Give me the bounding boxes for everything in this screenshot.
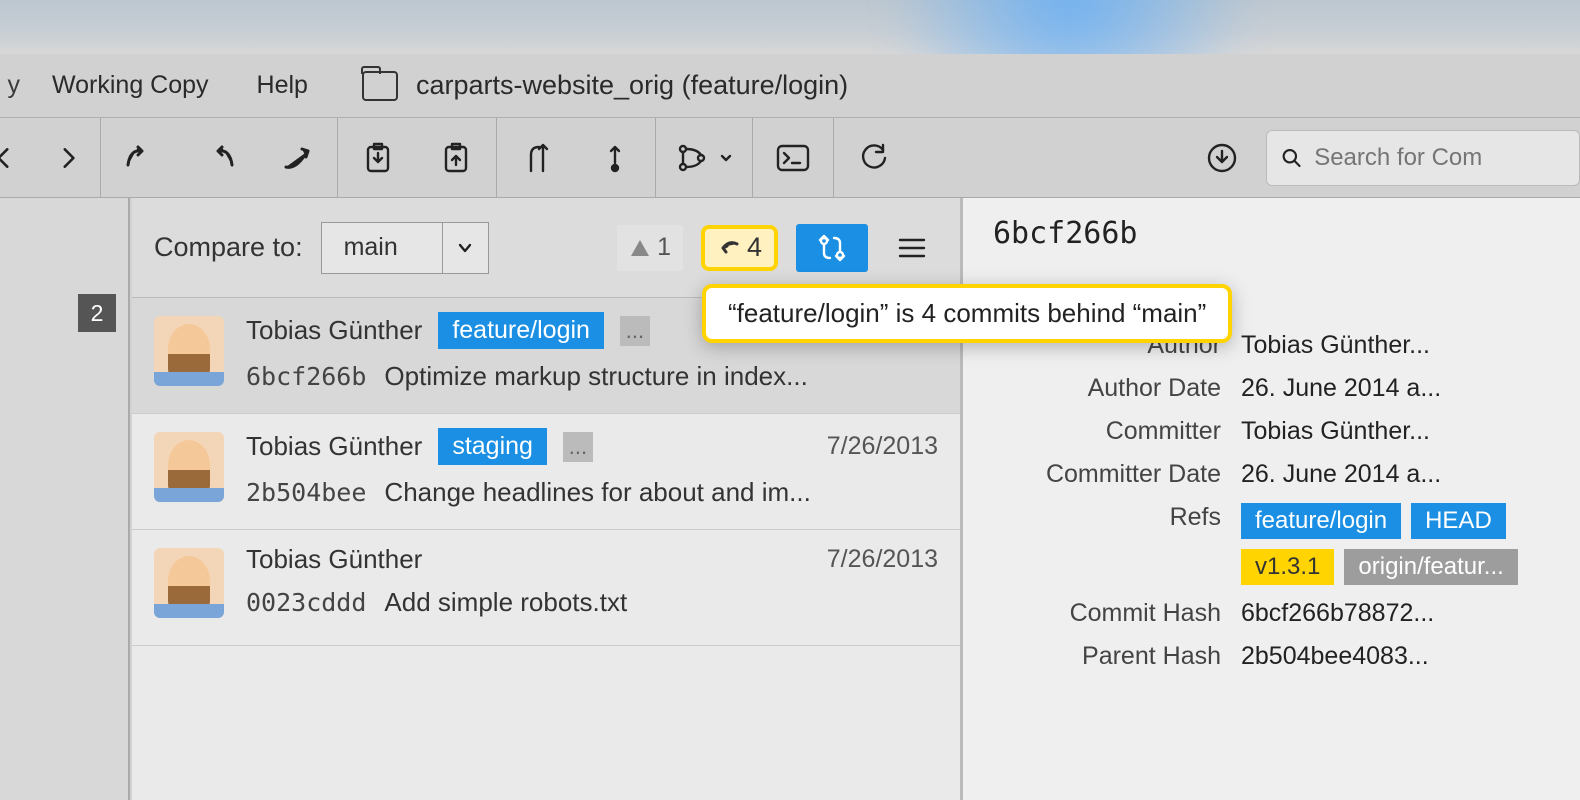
commit-author: Tobias Günther	[246, 315, 422, 346]
more-refs-icon[interactable]: ...	[620, 316, 650, 346]
commit-message: Optimize markup structure in index...	[384, 361, 807, 392]
ref-tag[interactable]: feature/login	[1241, 503, 1401, 539]
compare-swap-button[interactable]	[796, 224, 868, 272]
commit-row[interactable]: Tobias Günther 7/26/2013 0023cddd Add si…	[132, 530, 960, 646]
avatar	[154, 316, 224, 386]
left-gutter: 2	[0, 198, 130, 800]
merge-icon[interactable]	[513, 134, 561, 182]
commit-hash: 6bcf266b	[246, 362, 366, 391]
pull-icon[interactable]	[195, 134, 243, 182]
behind-arrow-icon	[717, 238, 741, 258]
behind-badge[interactable]: 4	[701, 225, 778, 271]
commit-author: Tobias Günther	[246, 431, 422, 462]
branch-tag[interactable]: staging	[438, 428, 547, 465]
search-icon	[1281, 146, 1302, 170]
label-committer-date: Committer Date	[993, 460, 1221, 489]
refresh-icon[interactable]	[850, 134, 898, 182]
window-titlebar	[0, 0, 1580, 54]
label-author-date: Author Date	[993, 374, 1221, 403]
label-parent-hash: Parent Hash	[993, 642, 1221, 671]
stash-save-icon[interactable]	[354, 134, 402, 182]
branch-tag[interactable]: feature/login	[438, 312, 604, 349]
compare-branch-value: main	[322, 233, 442, 262]
menu-item-cut[interactable]: y	[0, 71, 28, 100]
folder-icon	[362, 71, 398, 101]
terminal-icon[interactable]	[769, 134, 817, 182]
value-parent-hash: 2b504bee4083...	[1241, 642, 1550, 671]
chevron-down-icon	[442, 222, 488, 274]
rebase-icon[interactable]	[591, 134, 639, 182]
value-committer-date: 26. June 2014 a...	[1241, 460, 1550, 489]
menubar: y Working Copy Help carparts-website_ori…	[0, 54, 1580, 118]
avatar	[154, 548, 224, 618]
label-refs: Refs	[993, 503, 1221, 532]
compare-branch-dropdown[interactable]: main	[321, 222, 489, 274]
ahead-warning-badge[interactable]: 1	[617, 225, 683, 271]
commit-list: Tobias Günther feature/login ... 6/26/20…	[132, 298, 960, 800]
commit-date: 7/26/2013	[827, 545, 938, 574]
repo-title[interactable]: carparts-website_orig (feature/login)	[416, 70, 848, 101]
commit-author: Tobias Günther	[246, 544, 422, 575]
nav-forward-button[interactable]	[44, 134, 92, 182]
warning-icon	[629, 237, 651, 259]
ref-tag[interactable]: HEAD	[1411, 503, 1506, 539]
value-commit-hash: 6bcf266b78872...	[1241, 599, 1550, 628]
value-refs: feature/login HEAD v1.3.1 origin/featur.…	[1241, 503, 1550, 585]
commit-date: 7/26/2013	[827, 432, 938, 461]
compare-bar: Compare to: main 1 4	[132, 198, 960, 298]
commit-hash: 0023cddd	[246, 588, 366, 617]
toolbar	[0, 118, 1580, 198]
push-icon[interactable]	[273, 134, 321, 182]
avatar	[154, 432, 224, 502]
compare-label: Compare to:	[154, 232, 303, 263]
search-box[interactable]	[1266, 130, 1580, 186]
commit-row[interactable]: Tobias Günther staging ... 7/26/2013 2b5…	[132, 414, 960, 530]
list-options-button[interactable]	[886, 224, 938, 272]
value-author-date: 26. June 2014 a...	[1241, 374, 1550, 403]
branch-graph-icon[interactable]	[672, 134, 736, 182]
ref-tag[interactable]: v1.3.1	[1241, 549, 1334, 585]
commit-hash: 2b504bee	[246, 478, 366, 507]
value-author: Tobias Günther...	[1241, 331, 1550, 360]
fetch-icon[interactable]	[117, 134, 165, 182]
more-refs-icon[interactable]: ...	[563, 432, 593, 462]
menu-working-copy[interactable]: Working Copy	[28, 71, 233, 100]
commit-message: Add simple robots.txt	[384, 587, 627, 618]
ref-tag[interactable]: origin/featur...	[1344, 549, 1517, 585]
nav-back-button[interactable]	[0, 134, 28, 182]
value-committer: Tobias Günther...	[1241, 417, 1550, 446]
commit-message: Change headlines for about and im...	[384, 477, 810, 508]
search-input[interactable]	[1314, 144, 1565, 172]
ahead-count: 1	[657, 233, 671, 262]
label-commit-hash: Commit Hash	[993, 599, 1221, 628]
changes-count-badge[interactable]: 2	[78, 294, 116, 332]
behind-count: 4	[747, 232, 762, 263]
menu-help[interactable]: Help	[233, 71, 332, 100]
label-committer: Committer	[993, 417, 1221, 446]
behind-tooltip: “feature/login” is 4 commits behind “mai…	[702, 284, 1232, 343]
download-icon[interactable]	[1198, 134, 1246, 182]
stash-pop-icon[interactable]	[432, 134, 480, 182]
detail-hash: 6bcf266b	[993, 216, 1550, 251]
